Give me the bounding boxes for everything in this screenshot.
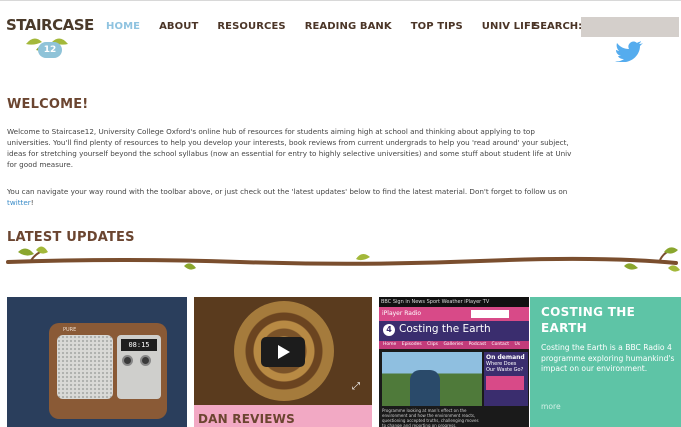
on-demand-title: On demand xyxy=(486,354,525,361)
nav-item-reading-bank[interactable]: READING BANK xyxy=(305,21,392,32)
tile-description: Costing the Earth is a BBC Radio 4 progr… xyxy=(541,343,675,373)
welcome-line: for good measure. xyxy=(7,160,74,169)
radio-speaker xyxy=(57,335,113,399)
bbc-top-bar: BBC Sign in News Sport Weather iPlayer T… xyxy=(379,297,529,307)
programme-photo xyxy=(382,352,482,406)
radio4-logo: 4 xyxy=(383,324,395,336)
radio-knob-icon xyxy=(140,355,151,366)
radio-display: 08:15 xyxy=(121,339,157,351)
navigation-paragraph: You can navigate your way round with the… xyxy=(7,186,681,208)
search-input[interactable] xyxy=(581,17,679,37)
more-link[interactable]: more xyxy=(541,402,561,411)
exclamation: ! xyxy=(30,198,34,207)
nav-item-resources[interactable]: RESOURCES xyxy=(217,21,285,32)
welcome-heading: WELCOME! xyxy=(7,97,89,112)
twitter-icon[interactable] xyxy=(613,40,645,62)
update-tile-dan-reviews[interactable]: ⤢ DAN REVIEWS xyxy=(194,297,372,427)
programme-title: Costing the Earth xyxy=(399,323,491,335)
programme-tabs: Home Episodes Clips Galleries Podcast Co… xyxy=(379,341,529,349)
branch-divider-icon xyxy=(6,246,680,272)
on-demand-panel: On demand Where Does Our Waste Go? xyxy=(484,352,528,406)
play-icon xyxy=(278,345,290,359)
search-label: SEARCH: xyxy=(533,21,583,32)
top-divider xyxy=(0,0,681,5)
tile-title: COSTING THE EARTH xyxy=(541,304,676,336)
twitter-link[interactable]: twitter xyxy=(7,198,31,207)
welcome-line: ideas for stretching yourself beyond the… xyxy=(7,149,572,158)
site-logo[interactable]: STAIRCASE 12 xyxy=(4,12,94,58)
nav-item-about[interactable]: ABOUT xyxy=(159,21,198,32)
on-demand-thumbnail xyxy=(486,376,524,390)
tile-title-line: COSTING THE xyxy=(541,305,636,319)
person-figure xyxy=(410,370,440,406)
tile-title-line: EARTH xyxy=(541,321,587,335)
nav-item-univ-life[interactable]: UNIV LIFE xyxy=(482,21,538,32)
update-tile-radio[interactable]: PURE 08:15 xyxy=(7,297,187,427)
update-tile-costing-the-earth[interactable]: COSTING THE EARTH Costing the Earth is a… xyxy=(530,297,681,427)
welcome-line: Welcome to Staircase12, University Colle… xyxy=(7,127,535,136)
logo-badge: 12 xyxy=(38,42,62,58)
on-demand-text: Where Does Our Waste Go? xyxy=(486,361,524,373)
latest-updates-heading: LATEST UPDATES xyxy=(7,230,135,245)
navigation-line: You can navigate your way round with the… xyxy=(7,187,568,196)
iplayer-search-box xyxy=(471,310,509,318)
radio-knob-icon xyxy=(122,355,133,366)
play-button[interactable] xyxy=(261,337,305,367)
fullscreen-icon[interactable]: ⤢ xyxy=(352,381,364,393)
radio-brand: PURE xyxy=(63,327,77,333)
welcome-line: universities. You'll find plenty of reso… xyxy=(7,138,569,147)
programme-caption: Programme looking at man's effect on the… xyxy=(382,408,479,427)
update-tile-iplayer-screenshot[interactable]: BBC Sign in News Sport Weather iPlayer T… xyxy=(379,297,529,427)
tile-title: DAN REVIEWS xyxy=(198,412,295,426)
welcome-paragraph: Welcome to Staircase12, University Colle… xyxy=(7,126,681,170)
nav-item-home[interactable]: HOME xyxy=(106,21,140,32)
nav-item-top-tips[interactable]: TOP TIPS xyxy=(411,21,463,32)
main-nav: HOME ABOUT RESOURCES READING BANK TOP TI… xyxy=(106,21,557,32)
